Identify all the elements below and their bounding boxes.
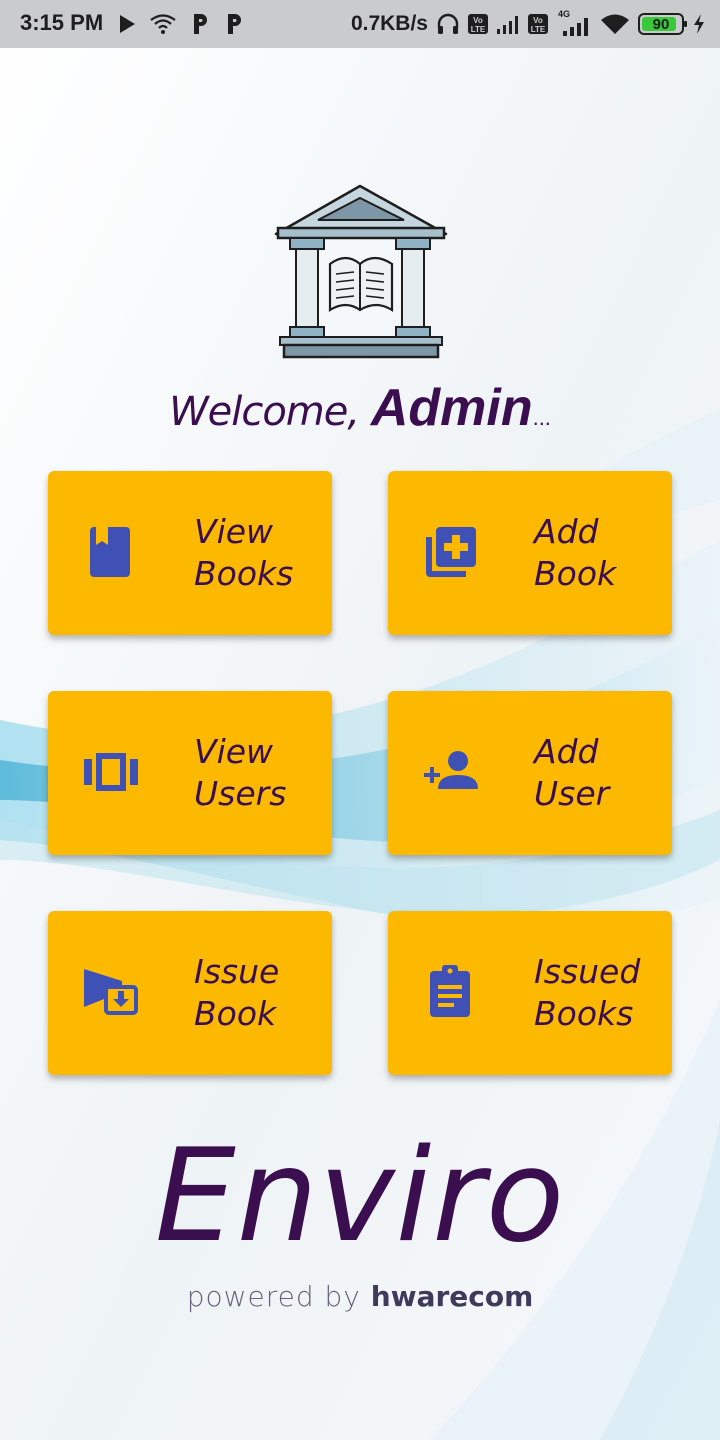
welcome-suffix: ... [532, 405, 551, 430]
volte-badge: Vo LTE [468, 14, 488, 34]
battery-icon: 90 [638, 13, 687, 35]
library-building-icon [274, 184, 448, 359]
issued-books-button[interactable]: Issued Books [388, 911, 672, 1075]
view-books-button[interactable]: View Books [48, 471, 332, 635]
p-icon [194, 14, 207, 34]
brand-title: Enviro [154, 1122, 566, 1271]
status-time: 3:15 PM [20, 10, 104, 35]
issued-books-label-line1: Issued [534, 952, 641, 991]
view-users-label-line1: View [194, 732, 274, 771]
wifi-icon [150, 14, 176, 34]
add-user-button[interactable]: Add User [388, 691, 672, 855]
welcome-name: Admin [370, 379, 533, 437]
powered-prefix: powered by [186, 1280, 371, 1313]
issue-book-button[interactable]: Issue Book [48, 911, 332, 1075]
charging-icon [694, 14, 704, 34]
signal-icon [563, 18, 588, 36]
issue-book-label-line2: Book [194, 994, 277, 1033]
add-book-label-line2: Book [534, 554, 617, 593]
status-bar: 3:15 PM 0.7KB/s Vo LTE Vo LTE 4G 90 [0, 0, 720, 48]
add-book-button[interactable]: Add Book [388, 471, 672, 635]
p-icon [228, 14, 241, 34]
headphones-icon [437, 13, 459, 34]
book-icon [90, 527, 130, 577]
issued-books-label-line2: Books [534, 994, 634, 1033]
powered-company: hwarecom [370, 1280, 534, 1313]
status-notification-icons [118, 11, 244, 37]
assignment-icon [430, 965, 470, 1017]
signal-icon [497, 16, 518, 34]
network-speed: 0.7KB/s [350, 12, 428, 35]
play-icon [120, 15, 135, 33]
library-add-icon [426, 527, 476, 577]
view-books-label-line2: Books [194, 554, 294, 593]
add-book-label-line1: Add [534, 512, 599, 551]
issue-book-label-line1: Issue [194, 952, 280, 991]
issue-book-icon [84, 969, 138, 1015]
welcome-text: Welcome, Admin... [0, 378, 720, 438]
view-users-button[interactable]: View Users [48, 691, 332, 855]
person-add-icon [424, 751, 478, 789]
welcome-prefix: Welcome, [169, 389, 371, 435]
wifi-icon [601, 14, 629, 34]
view-carousel-icon [84, 753, 138, 791]
add-user-label-line1: Add [534, 732, 599, 771]
powered-by: powered by hwarecom [0, 1280, 720, 1313]
status-system-icons: 0.7KB/s Vo LTE Vo LTE 4G 90 [350, 9, 706, 38]
battery-level: 90 [652, 15, 670, 33]
signal-4g: 4G [556, 9, 592, 36]
add-user-label-line2: User [534, 774, 610, 813]
view-users-label-line2: Users [194, 774, 287, 813]
view-books-label-line1: View [194, 512, 274, 551]
volte-badge: Vo LTE [528, 14, 548, 34]
